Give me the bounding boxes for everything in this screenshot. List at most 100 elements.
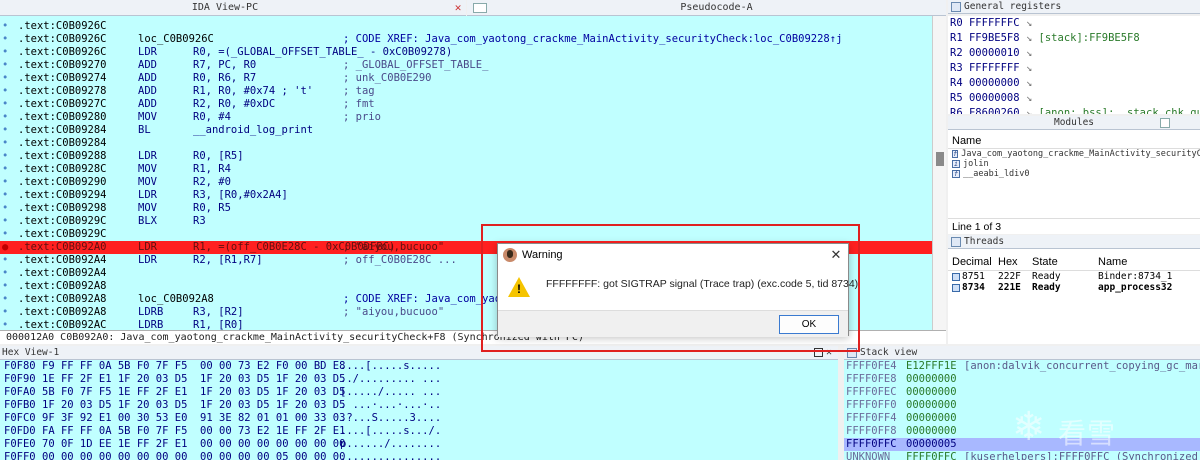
disasm-line[interactable]: • .text:C0B09294 LDR R3, [R0,#0x2A4] xyxy=(0,189,932,202)
modules-tab-icon[interactable] xyxy=(1160,118,1170,128)
disasm-operands[interactable]: R0, [R5] xyxy=(193,150,244,163)
hex-bytes[interactable]: 1F 20 03 D5 1F 20 03 D5 1F 20 03 D5 1F 2… xyxy=(42,399,345,412)
hex-ascii[interactable]: . ...·...·...·.. xyxy=(340,399,441,412)
stack-value[interactable]: 00000000 xyxy=(906,373,957,386)
jump-arrow-icon[interactable]: ↘ xyxy=(1020,32,1039,44)
hex-bytes[interactable]: 70 0F 1D EE 1E FF 2F E1 00 00 00 00 00 0… xyxy=(42,438,345,451)
disasm-line[interactable]: • .text:C0B09284 xyxy=(0,137,932,150)
disasm-operands[interactable]: R3 xyxy=(193,215,206,228)
disasm-line[interactable]: • .text:C0B09274 ADD R0, R6, R7 ; unk_C0B0E2… xyxy=(0,72,932,85)
disasm-operands[interactable]: R0, #4 xyxy=(193,111,231,124)
jump-arrow-icon[interactable]: ↘ xyxy=(1020,77,1039,89)
hex-ascii[interactable]: ../......... ... xyxy=(340,373,441,386)
register-row[interactable]: R0 FFFFFFFC ↘ xyxy=(948,16,1200,31)
disasm-operands[interactable]: R0, R5 xyxy=(193,202,231,215)
disasm-line[interactable]: • .text:C0B09280 MOV R0, #4 ; prio xyxy=(0,111,932,124)
stack-value[interactable]: 00000000 xyxy=(906,399,957,412)
disasm-operands[interactable]: R2, [R1,R7] xyxy=(193,254,263,267)
disasm-operands[interactable]: R2, #0 xyxy=(193,176,231,189)
disasm-line[interactable]: • .text:C0B0926C xyxy=(0,20,932,33)
stack-row[interactable]: FFFF0FE8 00000000 xyxy=(844,373,1200,386)
hex-ascii[interactable]: p....../........ xyxy=(340,438,441,451)
hex-row[interactable]: F0FB0 1F 20 03 D5 1F 20 03 D5 1F 20 03 D5… xyxy=(0,399,838,412)
disasm-operands[interactable]: R1, R0, #0x74 ; 't' xyxy=(193,85,313,98)
threads-col-name[interactable]: Name xyxy=(1098,253,1200,270)
disasm-operands[interactable]: R3, [R2] xyxy=(193,306,244,319)
disasm-operands[interactable]: R0, =(_GLOBAL_OFFSET_TABLE_ - 0xC0B09278… xyxy=(193,46,452,59)
disasm-operands[interactable]: R7, PC, R0 xyxy=(193,59,256,72)
register-value[interactable]: FFFFFFFC xyxy=(969,17,1020,29)
register-value[interactable]: 00000000 xyxy=(969,77,1020,89)
register-value[interactable]: FF9BE5F8 xyxy=(969,32,1020,44)
pseudocode-tab[interactable]: Pseudocode-A xyxy=(467,0,946,16)
hex-bytes[interactable]: 00 00 00 00 00 00 00 00 00 00 00 00 05 0… xyxy=(42,451,345,460)
module-item[interactable]: f __aeabi_ldiv0 xyxy=(948,169,1200,179)
general-registers-panel[interactable]: R0 FFFFFFFC ↘ R1 FF9BE5F8 ↘ [stack]:FF9B… xyxy=(948,16,1200,114)
register-value[interactable]: 00000008 xyxy=(969,92,1020,104)
module-item[interactable]: f Java_com_yaotong_crackme_MainActivity_s… xyxy=(948,149,1200,159)
module-item[interactable]: i jolin xyxy=(948,159,1200,169)
register-row[interactable]: R2 00000010 ↘ xyxy=(948,46,1200,61)
thread-row[interactable]: 8734 221E Ready app_process32 xyxy=(948,282,1200,293)
jump-arrow-icon[interactable]: ↘ xyxy=(1020,17,1039,29)
hex-row[interactable]: F0FA0 5B F0 7F F5 1E FF 2F E1 1F 20 03 D5… xyxy=(0,386,838,399)
hex-view-panel[interactable]: F0F80 F9 FF FF 0A 5B F0 7F F5 00 00 73 E2… xyxy=(0,360,838,460)
disasm-operands[interactable]: __android_log_print xyxy=(193,124,313,137)
register-row[interactable]: R4 00000000 ↘ xyxy=(948,76,1200,91)
disasm-label[interactable]: loc_C0B092A8 xyxy=(138,293,214,306)
dialog-titlebar[interactable]: Warning ✕ xyxy=(498,244,848,266)
stack-value[interactable]: 00000005 xyxy=(906,438,957,451)
disasm-line[interactable]: • .text:C0B0927C ADD R2, R0, #0xDC ; fmt xyxy=(0,98,932,111)
stack-value[interactable]: FFFF0FFC xyxy=(906,451,957,460)
disasm-operands[interactable]: R2, R0, #0xDC xyxy=(193,98,275,111)
hex-row[interactable]: F0F90 1E FF 2F E1 1F 20 03 D5 1F 20 03 D5… xyxy=(0,373,838,386)
jump-arrow-icon[interactable]: ↘ xyxy=(1020,92,1039,104)
disasm-operands[interactable]: R3, [R0,#0x2A4] xyxy=(193,189,288,202)
hex-row[interactable]: F0FF0 00 00 00 00 00 00 00 00 00 00 00 00… xyxy=(0,451,838,460)
close-icon[interactable]: ✕ xyxy=(450,1,466,14)
stack-value[interactable]: 00000000 xyxy=(906,425,957,438)
disasm-line[interactable]: • .text:C0B0928C MOV R1, R4 xyxy=(0,163,932,176)
disasm-line[interactable]: • .text:C0B09270 ADD R7, PC, R0 ; _GLOBAL_OF… xyxy=(0,59,932,72)
hex-bytes[interactable]: 1E FF 2F E1 1F 20 03 D5 1F 20 03 D5 1F 2… xyxy=(42,373,345,386)
close-icon[interactable]: ✕ xyxy=(824,244,848,266)
thread-row[interactable]: 8751 222F Ready Binder:8734_1 xyxy=(948,271,1200,282)
modules-panel[interactable]: Name f Java_com_yaotong_crackme_MainActiv… xyxy=(948,130,1200,234)
scrollbar-thumb[interactable] xyxy=(936,152,944,166)
hex-ascii[interactable]: ................ xyxy=(340,451,441,460)
stack-value[interactable]: 00000000 xyxy=(906,386,957,399)
threads-col-hex[interactable]: Hex xyxy=(998,253,1032,270)
hex-ascii[interactable]: [...../..... ... xyxy=(340,386,441,399)
disasm-line[interactable]: • .text:C0B09298 MOV R0, R5 xyxy=(0,202,932,215)
disasm-operands[interactable]: R0, R6, R7 xyxy=(193,72,256,85)
hex-row[interactable]: F0FC0 9F 3F 92 E1 00 30 53 E0 91 3E 82 01… xyxy=(0,412,838,425)
threads-col-state[interactable]: State xyxy=(1032,253,1098,270)
disasm-line[interactable]: • .text:C0B0926C LDR R0, =(_GLOBAL_OFFSET_T… xyxy=(0,46,932,59)
register-value[interactable]: 00000010 xyxy=(969,47,1020,59)
disasm-line[interactable]: • .text:C0B09290 MOV R2, #0 xyxy=(0,176,932,189)
hex-ascii[interactable]: .?...S.....3.... xyxy=(340,412,441,425)
stack-value[interactable]: 00000000 xyxy=(906,412,957,425)
jump-arrow-icon[interactable]: ↘ xyxy=(1020,47,1039,59)
disasm-line[interactable]: • .text:C0B09278 ADD R1, R0, #0x74 ; 't' ; t… xyxy=(0,85,932,98)
hex-bytes[interactable]: 9F 3F 92 E1 00 30 53 E0 91 3E 82 01 01 0… xyxy=(42,412,345,425)
hex-ascii[interactable]: ....[.....s.../. xyxy=(340,425,441,438)
register-row[interactable]: R6 F8600260 ↘ [anon:.bss]:__stack_chk_gu… xyxy=(948,106,1200,114)
jump-arrow-icon[interactable]: ↘ xyxy=(1020,62,1039,74)
register-value[interactable]: FFFFFFFF xyxy=(969,62,1020,74)
ida-vertical-scrollbar[interactable] xyxy=(932,16,946,330)
disasm-line[interactable]: • .text:C0B09284 BL __android_log_print xyxy=(0,124,932,137)
disasm-label[interactable]: loc_C0B0926C xyxy=(138,33,214,46)
disasm-operands[interactable]: R1, R4 xyxy=(193,163,231,176)
hex-row[interactable]: F0FD0 FA FF FF 0A 5B F0 7F F5 00 00 73 E2… xyxy=(0,425,838,438)
register-row[interactable]: R5 00000008 ↘ xyxy=(948,91,1200,106)
hex-bytes[interactable]: 5B F0 7F F5 1E FF 2F E1 1F 20 03 D5 1F 2… xyxy=(42,386,345,399)
stack-row[interactable]: FFFF0FE4 E12FFF1E [anon:dalvik_concurrent_… xyxy=(844,360,1200,373)
hex-bytes[interactable]: F9 FF FF 0A 5B F0 7F F5 00 00 73 E2 F0 0… xyxy=(42,360,345,373)
ida-view-tab[interactable]: IDA View-PC ✕ xyxy=(0,0,466,16)
register-row[interactable]: R1 FF9BE5F8 ↘ [stack]:FF9BE5F8 xyxy=(948,31,1200,46)
hex-row[interactable]: F0FE0 70 0F 1D EE 1E FF 2F E1 00 00 00 00… xyxy=(0,438,838,451)
stack-row[interactable]: FFFF0FEC 00000000 xyxy=(844,386,1200,399)
hex-row[interactable]: F0F80 F9 FF FF 0A 5B F0 7F F5 00 00 73 E2… xyxy=(0,360,838,373)
hex-ascii[interactable]: ....[.....s..... xyxy=(340,360,441,373)
